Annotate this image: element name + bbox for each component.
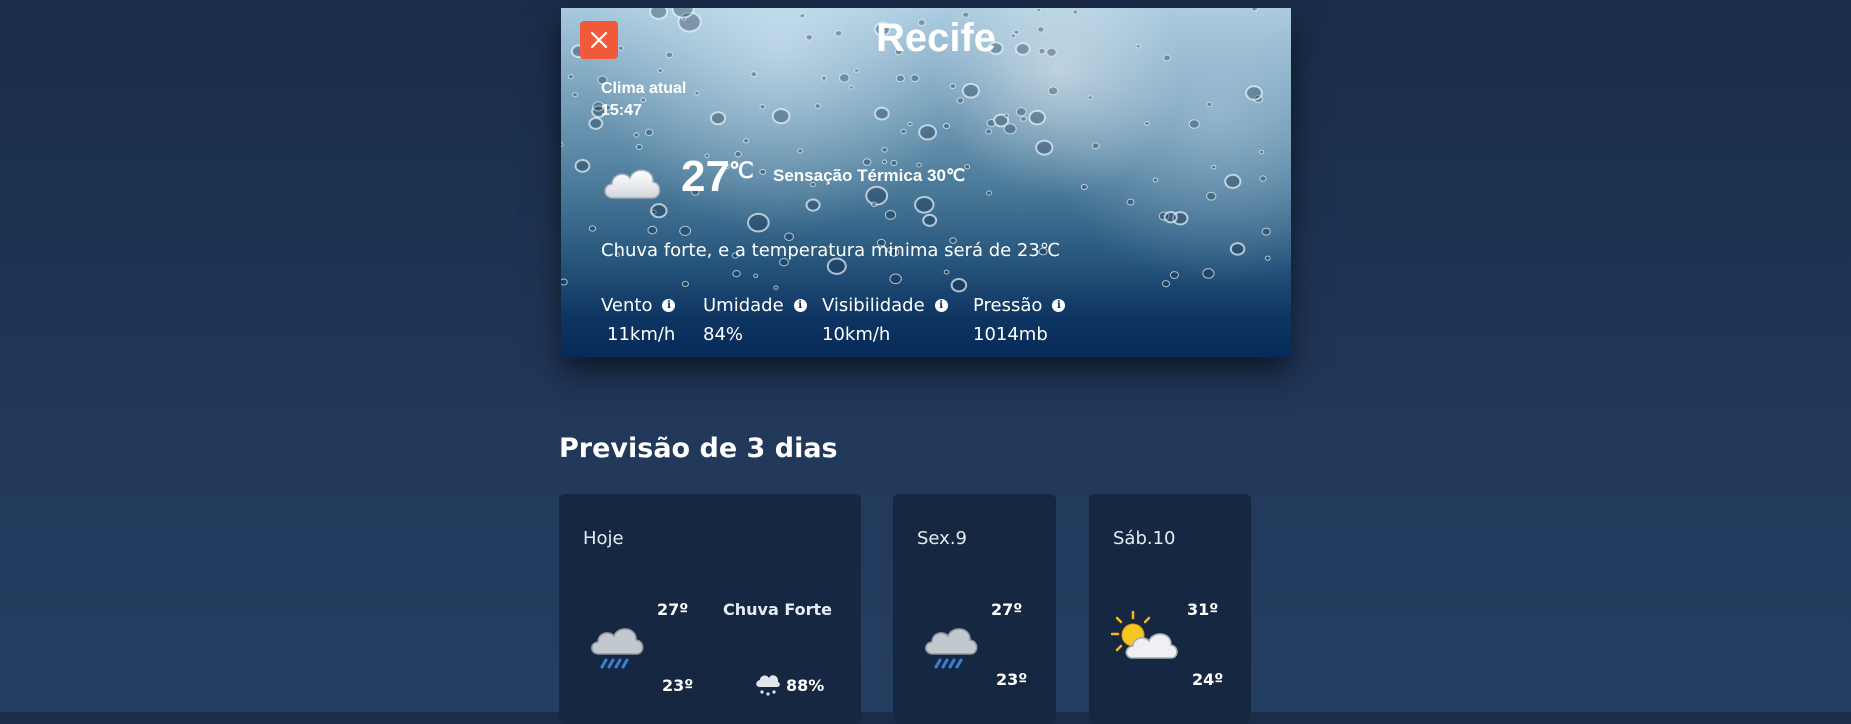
forecast-high: 31º — [1187, 600, 1219, 619]
current-weather-label: Clima atual — [601, 80, 687, 97]
forecast-high: 27º — [991, 600, 1023, 619]
forecast-card-saturday[interactable]: Sáb.10 31º 24º — [1089, 494, 1251, 724]
forecast-title: Previsão de 3 dias — [559, 433, 838, 464]
current-weather-card: Recife Clima atual 15:47 27 ℃ Sensação T… — [561, 8, 1291, 357]
rain-chance: 88% — [754, 672, 824, 698]
rain-cloud-icon — [591, 628, 644, 669]
stat-humidity: Umidade i 84% — [703, 295, 807, 345]
temperature-unit: ℃ — [729, 158, 754, 183]
forecast-day-label: Sex.9 — [917, 528, 968, 549]
forecast-condition: Chuva Forte — [723, 600, 832, 619]
info-icon[interactable]: i — [793, 299, 807, 312]
forecast-card-friday[interactable]: Sex.9 27º 23º — [893, 494, 1056, 724]
current-temperature: 27 — [681, 152, 730, 201]
forecast-low: 23º — [662, 676, 694, 695]
info-icon[interactable]: i — [662, 299, 676, 312]
stat-value: 1014mb — [973, 324, 1048, 345]
rain-chance-value: 88% — [786, 675, 825, 695]
forecast-day-label: Hoje — [583, 528, 624, 549]
rain-cloud-icon — [925, 628, 978, 669]
stat-label: Visibilidade — [822, 295, 925, 316]
stat-label: Pressão — [973, 295, 1043, 316]
current-time: 15:47 — [601, 102, 642, 119]
cloud-icon — [604, 169, 661, 199]
stat-label: Umidade — [703, 295, 784, 316]
partly-sunny-icon — [1111, 610, 1178, 659]
stat-label: Vento — [601, 295, 653, 316]
stat-value: 84% — [703, 324, 744, 345]
forecast-low: 24º — [1192, 670, 1224, 689]
stat-value: 10km/h — [822, 324, 891, 345]
forecast-high: 27º — [657, 600, 689, 619]
info-icon[interactable]: i — [1052, 299, 1066, 312]
stat-pressure: Pressão i 1014mb — [973, 295, 1066, 345]
forecast-card-today[interactable]: Hoje 27º 23º Chuva Forte 88% — [559, 494, 861, 724]
forecast-day-label: Sáb.10 — [1113, 528, 1176, 549]
city-name: Recife — [875, 16, 997, 60]
stat-wind: Vento i 11km/h — [601, 295, 676, 345]
stat-visibility: Visibilidade i 10km/h — [822, 295, 948, 345]
info-icon[interactable]: i — [934, 299, 948, 312]
weather-description: Chuva forte, e a temperatura minima será… — [601, 240, 1061, 261]
feels-like: Sensação Térmica 30℃ — [773, 166, 966, 185]
current-weather-header: Clima atual 15:47 — [601, 78, 686, 122]
stat-value: 11km/h — [607, 324, 676, 345]
forecast-low: 23º — [996, 670, 1028, 689]
rain-chance-icon — [756, 675, 780, 696]
